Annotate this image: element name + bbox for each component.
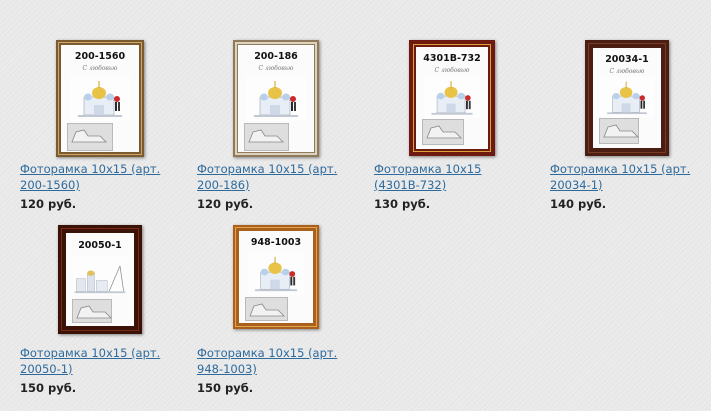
profile-section-image — [422, 119, 465, 146]
product-title-link[interactable]: Фоторамка 10x15 (арт. 948-1003) — [197, 345, 367, 377]
product-title-line2: 200-1560) — [20, 178, 80, 192]
frame-image: 4301B-732 С любовью — [409, 40, 495, 156]
frame-code: 200-1560 — [74, 51, 126, 62]
product-title-line2: 20050-1) — [20, 362, 73, 376]
product-title-line2: 20034-1) — [550, 178, 603, 192]
profile-section-image — [244, 123, 289, 151]
product-title-link[interactable]: Фоторамка 10x15 (4301B-732) — [374, 161, 544, 193]
profile-section-image — [245, 297, 289, 322]
profile-section-image — [599, 118, 640, 144]
frame-image: 200-1560 С любовью — [56, 40, 144, 157]
product-title-line2: (4301B-732) — [374, 178, 447, 192]
frame-script: С любовью — [434, 67, 470, 74]
product-title-link[interactable]: Фоторамка 10x15 (арт. 20034-1) — [550, 161, 711, 193]
church-photo — [246, 75, 306, 121]
frame-script: С любовью — [82, 65, 118, 72]
product-title-line2: 948-1003) — [197, 362, 257, 376]
frame-image: 200-186 С любовью — [233, 40, 319, 157]
frame-script: С любовью — [258, 65, 294, 72]
frame-image: 20050-1 — [58, 225, 142, 334]
product-title-link[interactable]: Фоторамка 10x15 (арт. 20050-1) — [20, 345, 190, 377]
product-title-line1: Фоторамка 10x15 (арт. — [20, 162, 161, 176]
product-price: 120 руб. — [20, 197, 77, 211]
product-title-link[interactable]: Фоторамка 10x15 (арт. 200-1560) — [20, 161, 190, 193]
frame-script: С любовью — [609, 68, 645, 75]
product-title-line1: Фоторамка 10x15 (арт. — [197, 162, 338, 176]
profile-section-image — [72, 299, 113, 324]
church-photo — [424, 75, 480, 119]
product-price: 120 руб. — [197, 197, 254, 211]
frame-code: 20050-1 — [78, 240, 122, 251]
profile-section-image — [67, 123, 113, 151]
frame-image: 948-1003 — [233, 225, 319, 329]
frame-code: 948-1003 — [250, 237, 302, 248]
frame-code: 200-186 — [254, 51, 298, 62]
product-title-line1: Фоторамка 10x15 (арт. — [20, 346, 161, 360]
church-photo — [70, 75, 130, 121]
product-title-line2: 200-186) — [197, 178, 250, 192]
church-photo — [600, 76, 654, 118]
product-title-line1: Фоторамка 10x15 — [374, 162, 482, 176]
frame-image: 20034-1 С любовью — [585, 40, 669, 156]
frame-code: 4301B-732 — [423, 53, 481, 64]
product-price: 130 руб. — [374, 197, 431, 211]
product-title-line1: Фоторамка 10x15 (арт. — [197, 346, 338, 360]
product-price: 150 руб. — [20, 381, 77, 395]
product-title-link[interactable]: Фоторамка 10x15 (арт. 200-186) — [197, 161, 367, 193]
product-price: 150 руб. — [197, 381, 254, 395]
frame-code: 20034-1 — [605, 54, 649, 65]
product-title-line1: Фоторамка 10x15 (арт. — [550, 162, 691, 176]
product-price: 140 руб. — [550, 197, 607, 211]
city-photo — [72, 255, 128, 295]
church-photo — [247, 251, 305, 295]
